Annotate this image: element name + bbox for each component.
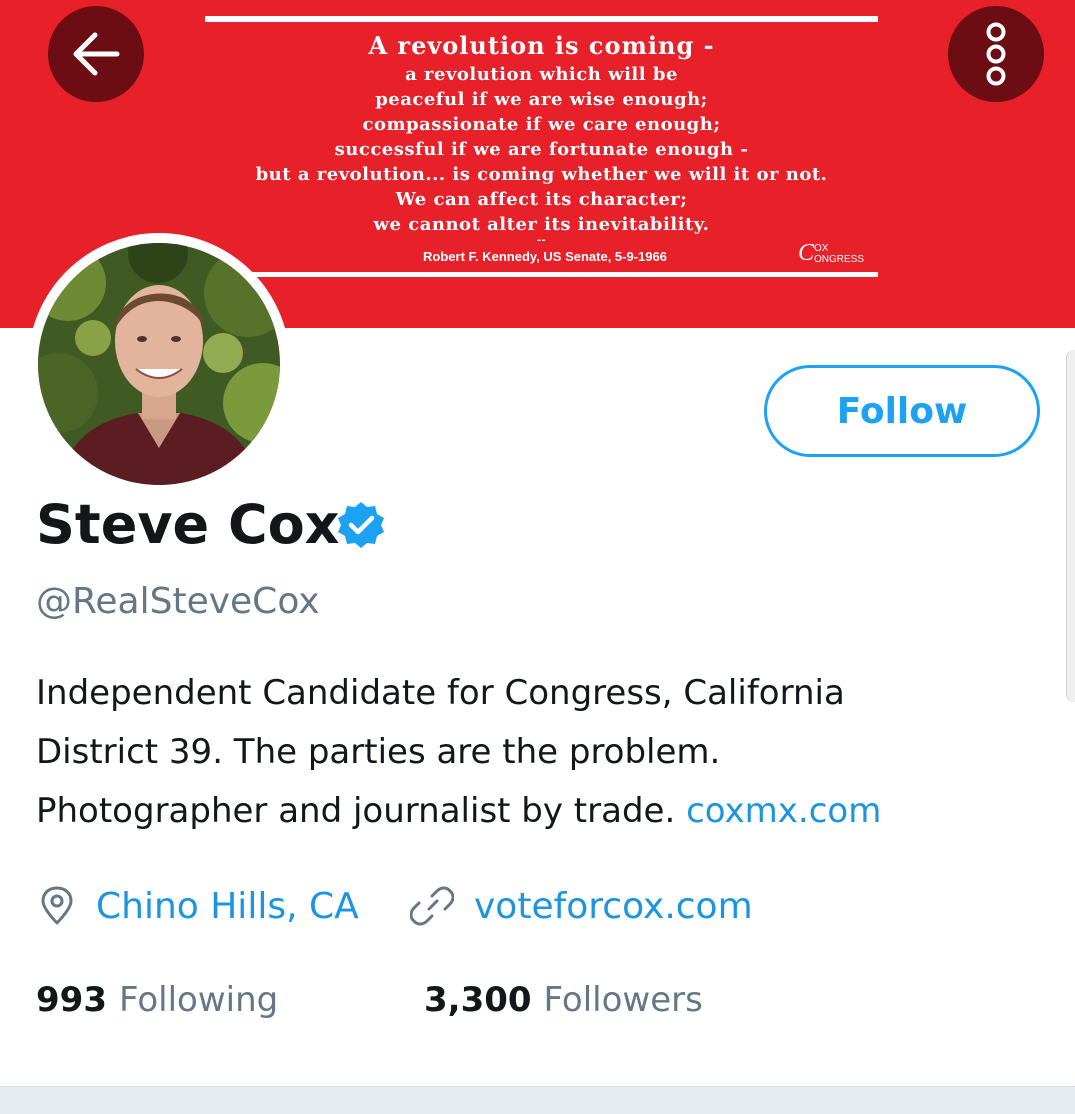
verified-badge-icon bbox=[338, 502, 384, 548]
bio-line: District 39. The parties are the problem… bbox=[36, 732, 721, 772]
back-button[interactable] bbox=[48, 6, 144, 102]
cox-congress-logo: COX ONGRESS bbox=[798, 241, 864, 265]
profile-location: Chino Hills, CA bbox=[38, 876, 359, 936]
quote-line: A revolution is coming - bbox=[368, 31, 715, 60]
bio-text: Photographer and journalist by trade. bbox=[36, 791, 676, 831]
followers-count: 3,300 bbox=[424, 980, 532, 1020]
following-count: 993 bbox=[36, 980, 107, 1020]
bio-link[interactable]: coxmx.com bbox=[686, 791, 881, 831]
profile-website[interactable]: voteforcox.com bbox=[410, 876, 753, 936]
quote-attribution: Robert F. Kennedy, US Senate, 5-9-1966 bbox=[423, 249, 667, 264]
bio-line: Photographer and journalist by trade. co… bbox=[36, 782, 1056, 841]
quote-line: but a revolution... is coming whether we… bbox=[255, 164, 828, 185]
arrow-left-icon bbox=[73, 32, 120, 76]
logo-top-text: OX bbox=[814, 243, 829, 254]
profile-page: A revolution is coming - a revolution wh… bbox=[0, 0, 1075, 1114]
profile-handle: @RealSteveCox bbox=[36, 581, 320, 622]
quote-line: a revolution which will be bbox=[405, 64, 678, 85]
location-text: Chino Hills, CA bbox=[96, 885, 359, 927]
following-stat[interactable]: 993 Following bbox=[36, 970, 278, 1030]
logo-words: OX ONGRESS bbox=[814, 243, 864, 265]
scroll-edge-handle[interactable] bbox=[1066, 350, 1075, 702]
profile-bio: Independent Candidate for Congress, Cali… bbox=[36, 664, 1056, 841]
tab-bar-edge bbox=[0, 1086, 1075, 1114]
more-options-button[interactable] bbox=[948, 6, 1044, 102]
banner-quote: A revolution is coming - a revolution wh… bbox=[205, 30, 878, 246]
more-vertical-icon bbox=[986, 22, 1006, 86]
banner-bottom-rule bbox=[205, 272, 878, 277]
quote-line: -- bbox=[536, 235, 547, 246]
logo-bottom-text: ONGRESS bbox=[814, 254, 865, 265]
location-pin-icon bbox=[41, 886, 73, 925]
avatar-photo bbox=[38, 243, 280, 485]
quote-line: we cannot alter its inevitability. bbox=[373, 214, 710, 235]
quote-line: successful if we are fortunate enough - bbox=[334, 139, 749, 160]
followers-label: Followers bbox=[543, 980, 703, 1020]
quote-line: compassionate if we care enough; bbox=[362, 114, 721, 135]
profile-name: Steve Cox bbox=[36, 493, 340, 556]
avatar[interactable] bbox=[28, 233, 290, 495]
bio-line: Independent Candidate for Congress, Cali… bbox=[36, 673, 845, 713]
link-icon bbox=[410, 886, 454, 926]
logo-letter: C bbox=[798, 240, 815, 266]
followers-stat[interactable]: 3,300 Followers bbox=[424, 970, 703, 1030]
banner-top-rule bbox=[205, 16, 878, 22]
quote-line: peaceful if we are wise enough; bbox=[375, 89, 708, 110]
website-link[interactable]: voteforcox.com bbox=[474, 886, 753, 927]
quote-line: We can affect its character; bbox=[395, 189, 688, 210]
follow-button[interactable]: Follow bbox=[764, 365, 1040, 457]
following-label: Following bbox=[118, 980, 279, 1020]
